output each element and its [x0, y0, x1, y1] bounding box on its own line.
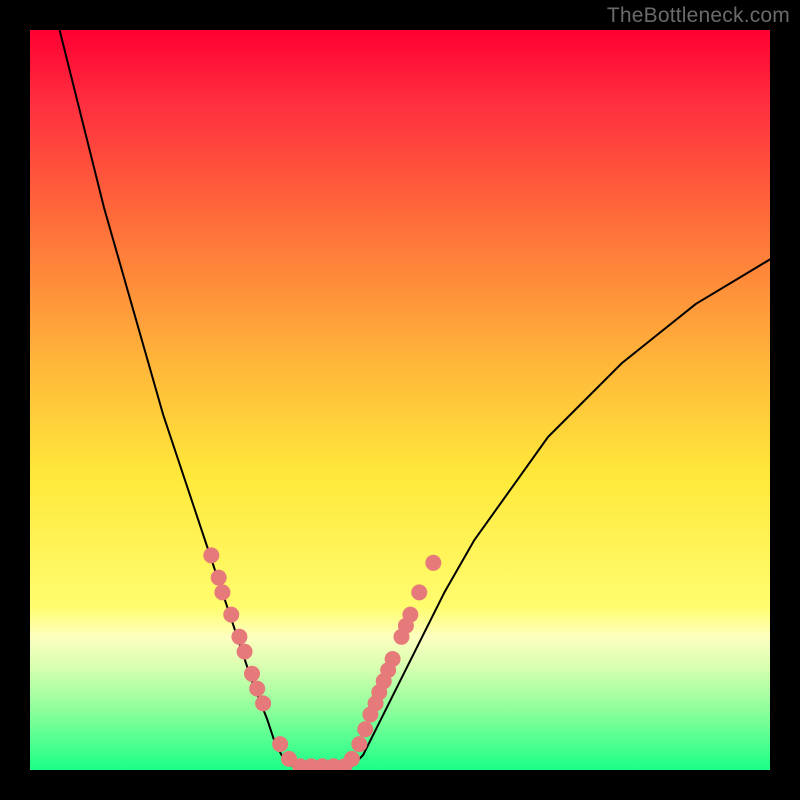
- marker-dot: [425, 555, 441, 571]
- marker-dot: [237, 644, 253, 660]
- marker-dot: [231, 629, 247, 645]
- marker-dot: [385, 651, 401, 667]
- marker-dot: [211, 570, 227, 586]
- marker-dot: [411, 584, 427, 600]
- marker-dot: [214, 584, 230, 600]
- marker-dot: [272, 736, 288, 752]
- marker-dot: [223, 607, 239, 623]
- chart-svg: [30, 30, 770, 770]
- marker-dot: [344, 751, 360, 767]
- marker-dot: [203, 547, 219, 563]
- watermark-text: TheBottleneck.com: [607, 4, 790, 28]
- marker-dot: [249, 681, 265, 697]
- stage: TheBottleneck.com: [0, 0, 800, 800]
- marker-dot: [351, 736, 367, 752]
- marker-dot: [402, 607, 418, 623]
- plot-area: [30, 30, 770, 770]
- marker-dot: [255, 695, 271, 711]
- marker-dot: [357, 721, 373, 737]
- marker-dot: [244, 666, 260, 682]
